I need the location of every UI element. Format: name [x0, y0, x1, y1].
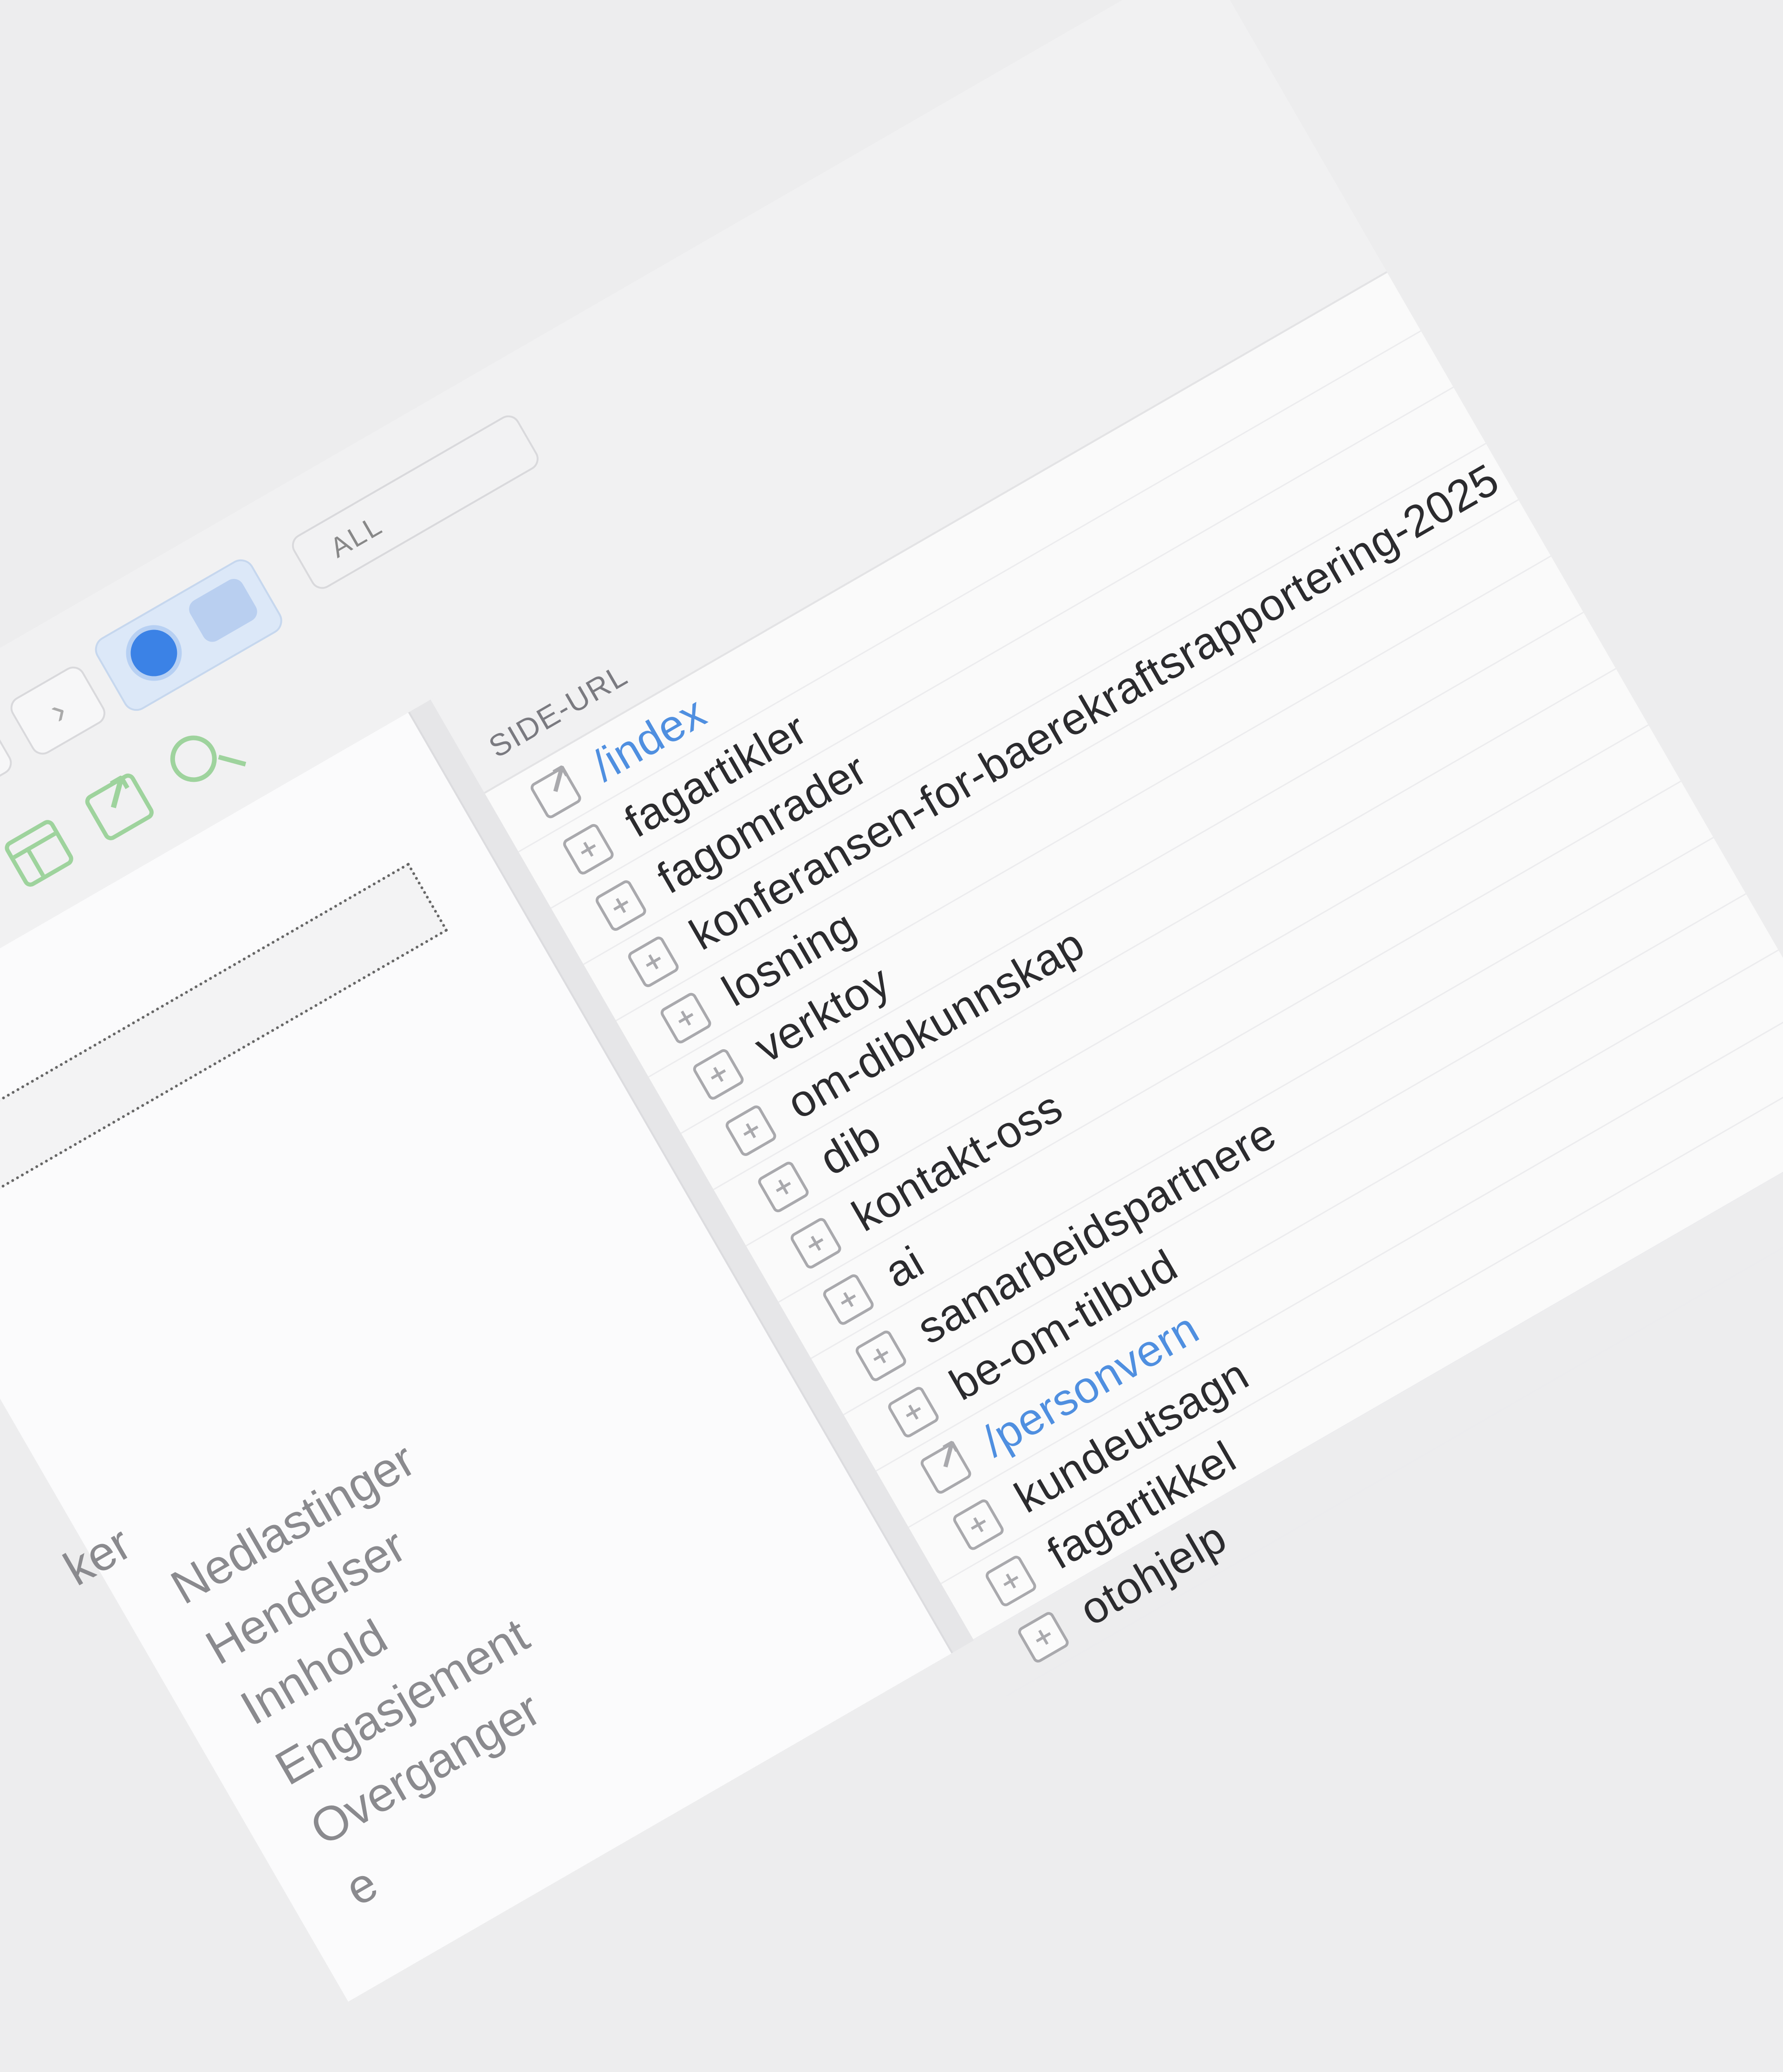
plus-box-icon[interactable] — [788, 1215, 843, 1271]
selected-nav-item[interactable] — [0, 862, 449, 1233]
plus-box-icon[interactable] — [983, 1553, 1038, 1608]
sidebar-item-partial-bottom[interactable]: e — [336, 1856, 387, 1917]
filter-all-select[interactable]: ALL — [287, 411, 543, 593]
plus-box-icon[interactable] — [723, 1103, 778, 1158]
plus-box-icon[interactable] — [658, 990, 713, 1046]
view-toggle-group — [90, 554, 287, 716]
date-picker[interactable]: 2025 — [0, 715, 16, 897]
app-window: 2025 › ALL ker Nedlastinger Hendelser In… — [0, 0, 1783, 2002]
plus-box-icon[interactable] — [853, 1328, 908, 1383]
plus-box-icon[interactable] — [561, 822, 616, 877]
external-link-icon[interactable] — [528, 765, 583, 820]
table-icon[interactable] — [2, 817, 76, 890]
filter-all-label: ALL — [325, 509, 388, 564]
row-label: ai — [876, 1236, 932, 1298]
plus-box-icon[interactable] — [691, 1047, 746, 1102]
plus-box-icon[interactable] — [951, 1497, 1006, 1552]
search-icon[interactable] — [162, 727, 226, 791]
screen: 2025 › ALL ker Nedlastinger Hendelser In… — [0, 0, 1783, 2002]
chevron-right-icon: › — [42, 689, 74, 732]
plus-box-icon[interactable] — [1016, 1610, 1071, 1664]
external-link-icon[interactable] — [918, 1441, 973, 1496]
plus-box-icon[interactable] — [593, 878, 648, 933]
sidebar-item-partial[interactable]: ker — [55, 1516, 141, 1597]
share-icon[interactable] — [82, 771, 156, 843]
plus-box-icon[interactable] — [626, 934, 681, 989]
plus-box-icon[interactable] — [821, 1272, 876, 1327]
next-button[interactable]: › — [6, 662, 110, 759]
plus-box-icon[interactable] — [756, 1159, 811, 1215]
plus-box-icon[interactable] — [886, 1384, 941, 1439]
